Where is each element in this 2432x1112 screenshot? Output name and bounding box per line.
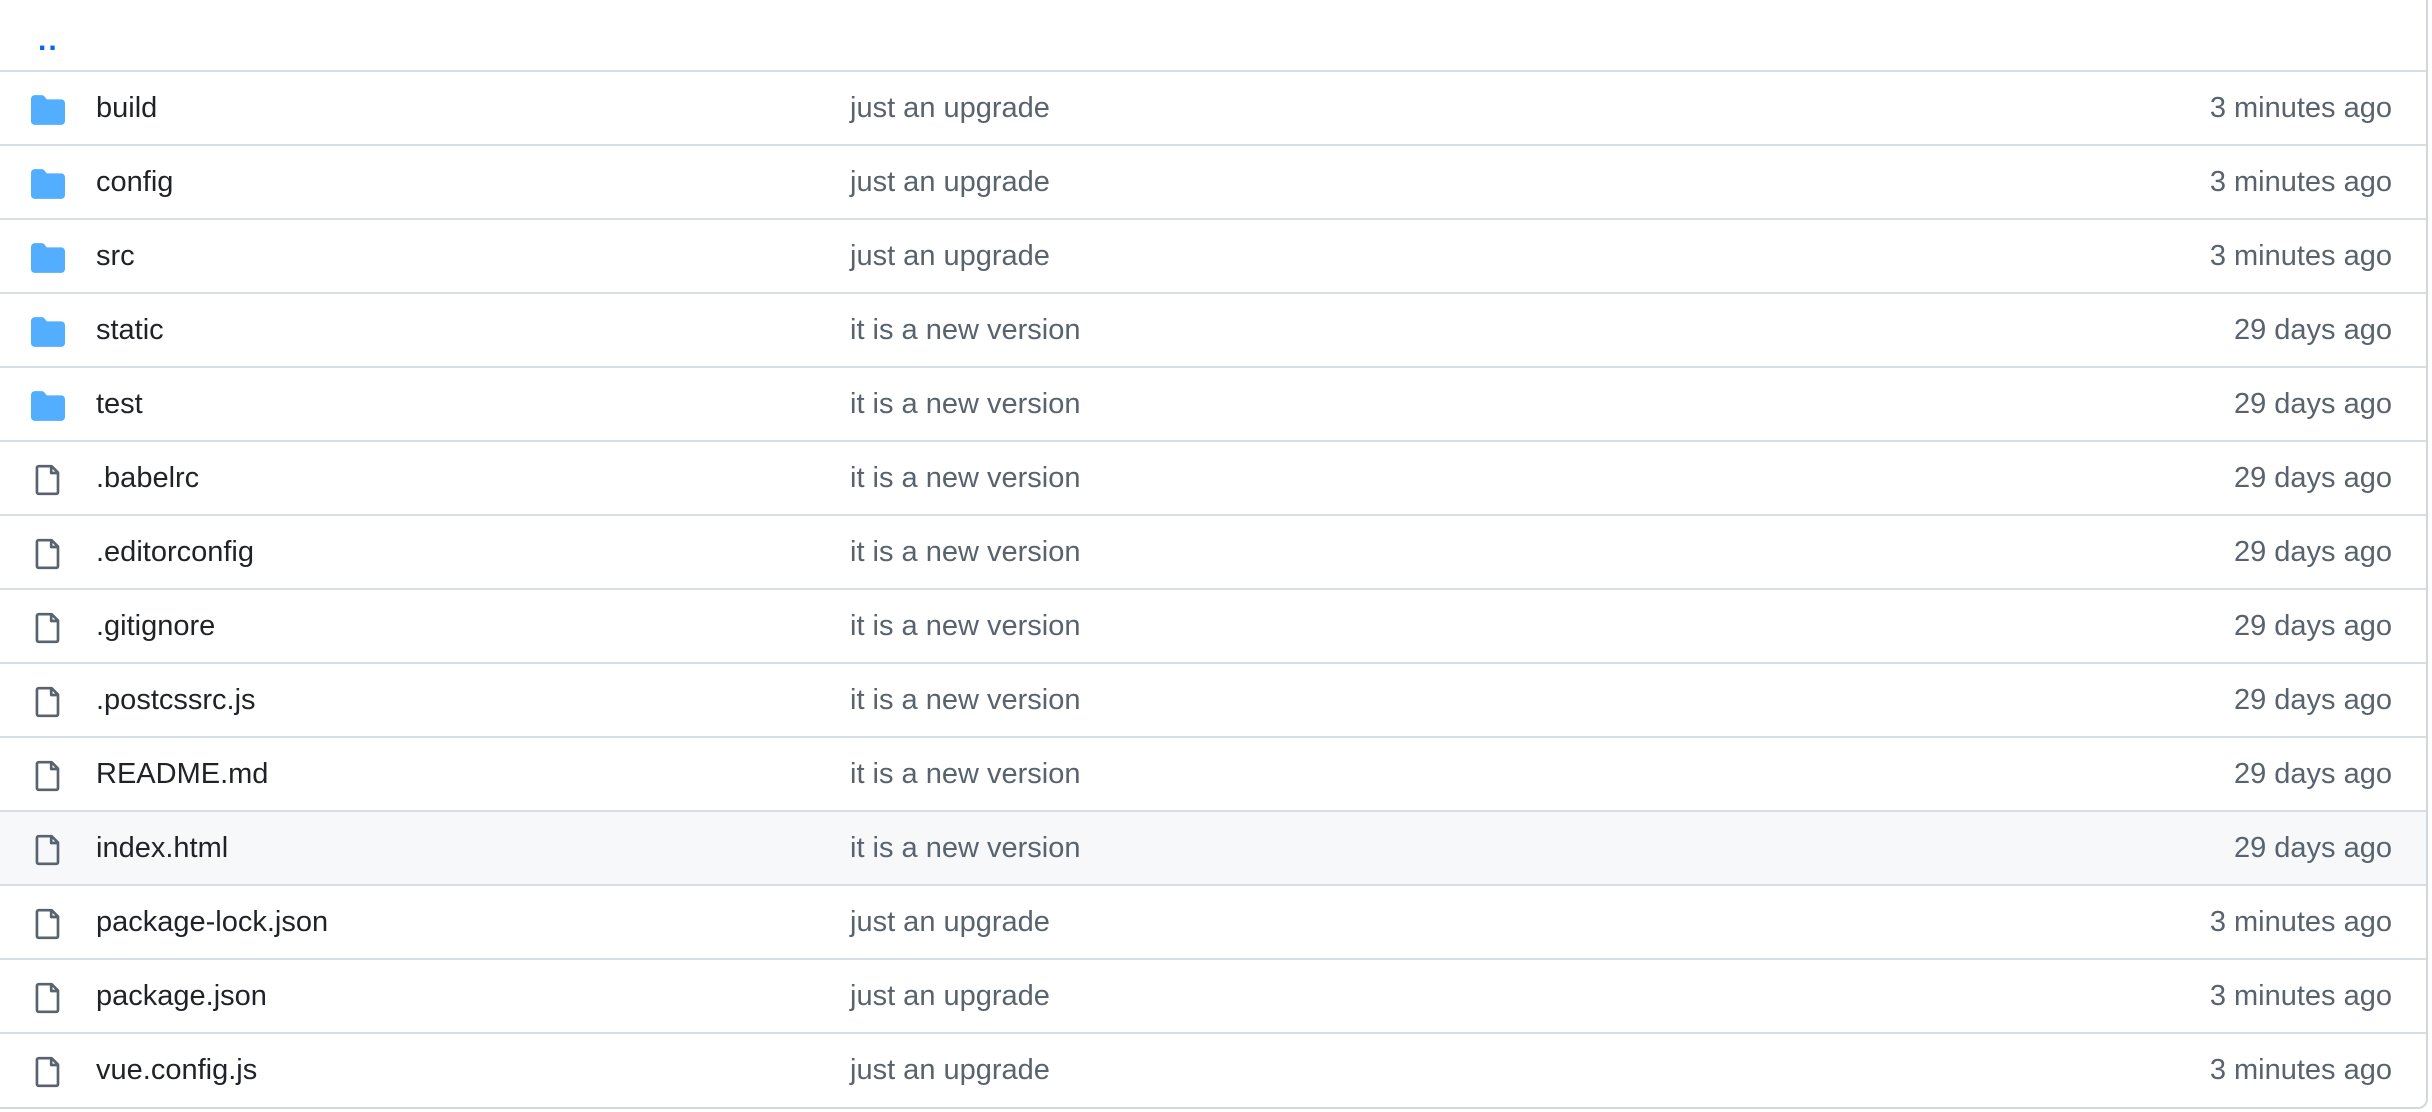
commit-age: 29 days ago (2233, 314, 2392, 346)
folder-icon (31, 317, 65, 347)
commit-message-link[interactable]: it is a new version (850, 608, 1081, 644)
commit-age: 29 days ago (2233, 536, 2392, 568)
file-row-package-json[interactable]: package.json just an upgrade 3 minutes a… (0, 960, 2426, 1034)
commit-message-link[interactable]: just an upgrade (850, 904, 1050, 940)
file-name-link[interactable]: .editorconfig (96, 534, 254, 570)
file-icon (35, 464, 60, 496)
commit-message-link[interactable]: just an upgrade (850, 164, 1050, 200)
file-row-gitignore[interactable]: .gitignore it is a new version 29 days a… (0, 590, 2426, 664)
file-row-readme[interactable]: README.md it is a new version 29 days ag… (0, 738, 2426, 812)
file-name-link[interactable]: README.md (96, 756, 268, 792)
file-name-link[interactable]: src (96, 238, 135, 274)
commit-message-link[interactable]: just an upgrade (850, 1052, 1050, 1088)
file-icon (35, 834, 60, 866)
file-row-index-html[interactable]: index.html it is a new version 29 days a… (0, 812, 2426, 886)
file-row-config[interactable]: config just an upgrade 3 minutes ago (0, 146, 2426, 220)
commit-age: 3 minutes ago (2209, 240, 2392, 272)
file-name-link[interactable]: build (96, 90, 157, 126)
file-row-vue-config[interactable]: vue.config.js just an upgrade 3 minutes … (0, 1034, 2426, 1108)
file-name-link[interactable]: static (96, 312, 164, 348)
parent-directory-link[interactable]: .. (38, 26, 59, 56)
commit-age: 3 minutes ago (2209, 980, 2392, 1012)
commit-message-link[interactable]: it is a new version (850, 312, 1081, 348)
commit-age: 3 minutes ago (2209, 92, 2392, 124)
file-row-test[interactable]: test it is a new version 29 days ago (0, 368, 2426, 442)
commit-age: 29 days ago (2233, 684, 2392, 716)
file-row-build[interactable]: build just an upgrade 3 minutes ago (0, 72, 2426, 146)
file-name-link[interactable]: index.html (96, 830, 228, 866)
file-row-editorconfig[interactable]: .editorconfig it is a new version 29 day… (0, 516, 2426, 590)
file-name-link[interactable]: .babelrc (96, 460, 199, 496)
file-icon (35, 982, 60, 1014)
file-icon (35, 612, 60, 644)
file-icon (35, 538, 60, 570)
commit-age: 29 days ago (2233, 462, 2392, 494)
commit-message-link[interactable]: it is a new version (850, 830, 1081, 866)
file-row-static[interactable]: static it is a new version 29 days ago (0, 294, 2426, 368)
commit-age: 29 days ago (2233, 388, 2392, 420)
commit-age: 29 days ago (2233, 758, 2392, 790)
commit-message-link[interactable]: it is a new version (850, 460, 1081, 496)
file-name-link[interactable]: package.json (96, 978, 267, 1014)
file-icon (35, 686, 60, 718)
folder-icon (31, 391, 65, 421)
file-name-link[interactable]: test (96, 386, 143, 422)
file-name-link[interactable]: .gitignore (96, 608, 215, 644)
file-list: .. build just an upgrade 3 minutes ago c… (0, 0, 2428, 1109)
commit-message-link[interactable]: just an upgrade (850, 90, 1050, 126)
commit-age: 3 minutes ago (2209, 1054, 2392, 1086)
file-row-babelrc[interactable]: .babelrc it is a new version 29 days ago (0, 442, 2426, 516)
file-row-src[interactable]: src just an upgrade 3 minutes ago (0, 220, 2426, 294)
commit-message-link[interactable]: just an upgrade (850, 978, 1050, 1014)
file-row-postcssrc[interactable]: .postcssrc.js it is a new version 29 day… (0, 664, 2426, 738)
commit-message-link[interactable]: just an upgrade (850, 238, 1050, 274)
folder-icon (31, 95, 65, 125)
file-name-link[interactable]: config (96, 164, 173, 200)
file-name-link[interactable]: .postcssrc.js (96, 682, 256, 718)
file-icon (35, 1056, 60, 1088)
file-name-link[interactable]: package-lock.json (96, 904, 328, 940)
commit-message-link[interactable]: it is a new version (850, 756, 1081, 792)
commit-message-link[interactable]: it is a new version (850, 386, 1081, 422)
file-icon (35, 760, 60, 792)
folder-icon (31, 169, 65, 199)
commit-message-link[interactable]: it is a new version (850, 682, 1081, 718)
folder-icon (31, 243, 65, 273)
commit-age: 29 days ago (2233, 610, 2392, 642)
commit-age: 3 minutes ago (2209, 906, 2392, 938)
commit-age: 3 minutes ago (2209, 166, 2392, 198)
parent-directory-row[interactable]: .. (0, 0, 2426, 72)
file-icon (35, 908, 60, 940)
file-name-link[interactable]: vue.config.js (96, 1052, 257, 1088)
commit-message-link[interactable]: it is a new version (850, 534, 1081, 570)
commit-age: 29 days ago (2233, 832, 2392, 864)
file-row-package-lock[interactable]: package-lock.json just an upgrade 3 minu… (0, 886, 2426, 960)
